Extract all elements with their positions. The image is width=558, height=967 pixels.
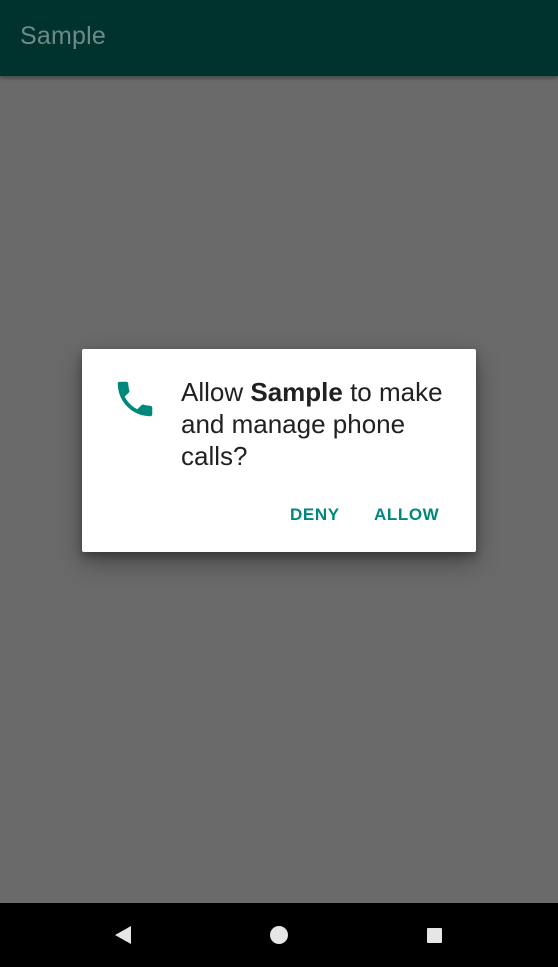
app-bar: Sample — [0, 0, 558, 76]
recents-icon — [426, 927, 442, 943]
navigation-bar — [0, 903, 558, 967]
message-prefix: Allow — [181, 377, 251, 407]
app-name: Sample — [250, 377, 343, 407]
recents-button[interactable] — [418, 919, 450, 951]
back-button[interactable] — [107, 919, 139, 951]
allow-button[interactable]: ALLOW — [374, 503, 439, 527]
permission-message: Allow Sample to make and manage phone ca… — [181, 376, 451, 472]
app-title: Sample — [20, 22, 106, 50]
home-button[interactable] — [263, 919, 295, 951]
back-icon — [115, 926, 131, 944]
permission-dialog: Allow Sample to make and manage phone ca… — [82, 349, 476, 552]
home-icon — [270, 926, 288, 944]
screen: Sample Allow Sample to make and manage p… — [0, 0, 558, 967]
deny-button[interactable]: DENY — [290, 503, 340, 527]
phone-icon — [117, 381, 153, 417]
